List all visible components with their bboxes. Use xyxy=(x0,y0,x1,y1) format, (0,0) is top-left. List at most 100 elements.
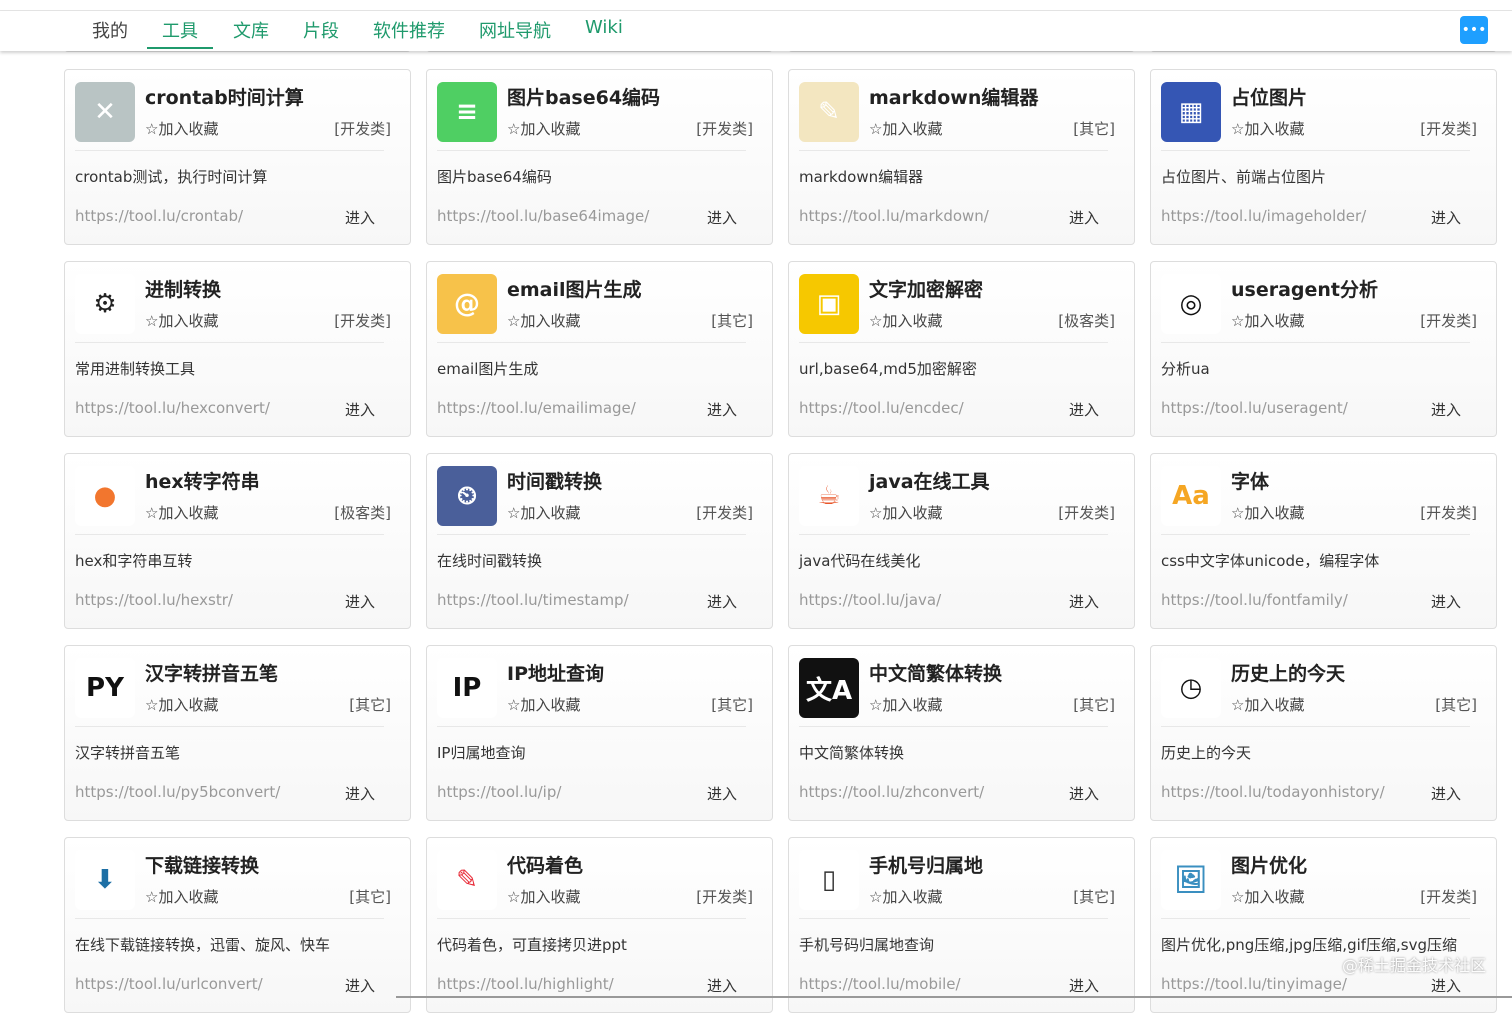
tool-card[interactable]: ✕ crontab时间计算 ☆加入收藏 [开发类] crontab测试，执行时间… xyxy=(64,69,411,245)
tool-url[interactable]: https://tool.lu/useragent/ xyxy=(1161,399,1348,417)
enter-link[interactable]: 进入 xyxy=(345,207,375,228)
tool-title[interactable]: 中文简繁体转换 xyxy=(869,659,1002,686)
tool-card[interactable]: ☕ java在线工具 ☆加入收藏 [开发类] java代码在线美化 https:… xyxy=(788,453,1135,629)
tool-url[interactable]: https://tool.lu/highlight/ xyxy=(437,975,614,993)
add-favorite-button[interactable]: ☆加入收藏 xyxy=(507,886,580,907)
notepad-icon[interactable]: ✎ xyxy=(799,82,859,142)
add-favorite-button[interactable]: ☆加入收藏 xyxy=(869,502,942,523)
tool-card[interactable]: ▯ 手机号归属地 ☆加入收藏 [其它] 手机号码归属地查询 https://to… xyxy=(788,837,1135,1013)
browser-icon[interactable]: ◎ xyxy=(1161,274,1221,334)
add-favorite-button[interactable]: ☆加入收藏 xyxy=(1231,310,1304,331)
add-favorite-button[interactable]: ☆加入收藏 xyxy=(145,694,218,715)
add-favorite-button[interactable]: ☆加入收藏 xyxy=(1231,502,1304,523)
tool-title[interactable]: 文字加密解密 xyxy=(869,275,983,302)
enter-link[interactable]: 进入 xyxy=(707,591,737,612)
enter-link[interactable]: 进入 xyxy=(707,207,737,228)
tool-url[interactable]: https://tool.lu/markdown/ xyxy=(799,207,989,225)
calendar-icon[interactable]: ◷ xyxy=(1161,658,1221,718)
enter-link[interactable]: 进入 xyxy=(1431,591,1461,612)
tool-card[interactable]: Aa 字体 ☆加入收藏 [开发类] css中文字体unicode，编程字体 ht… xyxy=(1150,453,1497,629)
highlighter-icon[interactable]: ✎ xyxy=(437,850,497,910)
server-icon[interactable]: ≡ xyxy=(437,82,497,142)
enter-link[interactable]: 进入 xyxy=(1431,207,1461,228)
enter-link[interactable]: 进入 xyxy=(1431,399,1461,420)
tool-title[interactable]: 占位图片 xyxy=(1231,83,1307,110)
add-favorite-button[interactable]: ☆加入收藏 xyxy=(145,886,218,907)
crontab-icon[interactable]: ✕ xyxy=(75,82,135,142)
tool-card[interactable]: ✎ 代码着色 ☆加入收藏 [开发类] 代码着色，可直接拷贝进ppt https:… xyxy=(426,837,773,1013)
tool-card[interactable]: ▦ 占位图片 ☆加入收藏 [开发类] 占位图片、前端占位图片 https://t… xyxy=(1150,69,1497,245)
enter-link[interactable]: 进入 xyxy=(1069,975,1099,996)
tool-url[interactable]: https://tool.lu/todayonhistory/ xyxy=(1161,783,1385,801)
pinyin-icon[interactable]: PY xyxy=(75,658,135,718)
tool-title[interactable]: 时间戳转换 xyxy=(507,467,602,494)
enter-link[interactable]: 进入 xyxy=(345,783,375,804)
tool-url[interactable]: https://tool.lu/java/ xyxy=(799,591,941,609)
tool-title[interactable]: 代码着色 xyxy=(507,851,583,878)
dots-icon[interactable]: ● xyxy=(75,466,135,526)
tool-card[interactable]: IP IP地址查询 ☆加入收藏 [其它] IP归属地查询 https://too… xyxy=(426,645,773,821)
tool-card[interactable]: PY 汉字转拼音五笔 ☆加入收藏 [其它] 汉字转拼音五笔 https://to… xyxy=(64,645,411,821)
add-favorite-button[interactable]: ☆加入收藏 xyxy=(145,502,218,523)
add-favorite-button[interactable]: ☆加入收藏 xyxy=(507,310,580,331)
add-favorite-button[interactable]: ☆加入收藏 xyxy=(869,310,942,331)
add-favorite-button[interactable]: ☆加入收藏 xyxy=(507,694,580,715)
tool-url[interactable]: https://tool.lu/tinyimage/ xyxy=(1161,975,1347,993)
binary-gear-icon[interactable]: ⚙ xyxy=(75,274,135,334)
tool-card[interactable]: ≡ 图片base64编码 ☆加入收藏 [开发类] 图片base64编码 http… xyxy=(426,69,773,245)
download-icon[interactable]: ⬇ xyxy=(75,850,135,910)
tool-card[interactable]: ● hex转字符串 ☆加入收藏 [极客类] hex和字符串互转 https://… xyxy=(64,453,411,629)
add-favorite-button[interactable]: ☆加入收藏 xyxy=(1231,886,1304,907)
tool-url[interactable]: https://tool.lu/encdec/ xyxy=(799,399,964,417)
enter-link[interactable]: 进入 xyxy=(1431,783,1461,804)
tool-title[interactable]: 图片base64编码 xyxy=(507,83,660,110)
tool-url[interactable]: https://tool.lu/imageholder/ xyxy=(1161,207,1366,225)
phone-icon[interactable]: ▯ xyxy=(799,850,859,910)
enter-link[interactable]: 进入 xyxy=(345,591,375,612)
tool-card[interactable]: 文A 中文简繁体转换 ☆加入收藏 [其它] 中文简繁体转换 https://to… xyxy=(788,645,1135,821)
tool-card[interactable]: ⬇ 下载链接转换 ☆加入收藏 [其它] 在线下载链接转换，迅雷、旋风、快车 ht… xyxy=(64,837,411,1013)
enter-link[interactable]: 进入 xyxy=(1069,207,1099,228)
tool-url[interactable]: https://tool.lu/py5bconvert/ xyxy=(75,783,280,801)
tool-title[interactable]: IP地址查询 xyxy=(507,659,604,686)
nav-library[interactable]: 文库 xyxy=(233,17,269,49)
tool-title[interactable]: useragent分析 xyxy=(1231,275,1378,302)
tool-card[interactable]: ◎ useragent分析 ☆加入收藏 [开发类] 分析ua https://t… xyxy=(1150,261,1497,437)
tool-card[interactable]: 🖼 图片优化 ☆加入收藏 [开发类] 图片优化,png压缩,jpg压缩,gif压… xyxy=(1150,837,1497,1013)
email-icon[interactable]: @ xyxy=(437,274,497,334)
enter-link[interactable]: 进入 xyxy=(1069,399,1099,420)
tool-url[interactable]: https://tool.lu/hexstr/ xyxy=(75,591,233,609)
tool-title[interactable]: markdown编辑器 xyxy=(869,83,1038,110)
nav-tools[interactable]: 工具 xyxy=(147,17,213,49)
tool-url[interactable]: https://tool.lu/hexconvert/ xyxy=(75,399,270,417)
enter-link[interactable]: 进入 xyxy=(1069,783,1099,804)
nav-sites[interactable]: 网址导航 xyxy=(479,17,551,49)
translate-icon[interactable]: 文A xyxy=(799,658,859,718)
tool-url[interactable]: https://tool.lu/mobile/ xyxy=(799,975,961,993)
enter-link[interactable]: 进入 xyxy=(1431,975,1461,996)
image-icon[interactable]: 🖼 xyxy=(1161,850,1221,910)
add-favorite-button[interactable]: ☆加入收藏 xyxy=(1231,694,1304,715)
tool-card[interactable]: @ email图片生成 ☆加入收藏 [其它] email图片生成 https:/… xyxy=(426,261,773,437)
tool-url[interactable]: https://tool.lu/base64image/ xyxy=(437,207,649,225)
tool-title[interactable]: 手机号归属地 xyxy=(869,851,983,878)
tool-title[interactable]: 字体 xyxy=(1231,467,1269,494)
tool-url[interactable]: https://tool.lu/fontfamily/ xyxy=(1161,591,1348,609)
enter-link[interactable]: 进入 xyxy=(707,783,737,804)
nav-mine[interactable]: 我的 xyxy=(92,17,128,49)
enter-link[interactable]: 进入 xyxy=(1069,591,1099,612)
add-favorite-button[interactable]: ☆加入收藏 xyxy=(507,502,580,523)
tool-title[interactable]: 历史上的今天 xyxy=(1231,659,1345,686)
add-favorite-button[interactable]: ☆加入收藏 xyxy=(507,118,580,139)
tool-title[interactable]: java在线工具 xyxy=(869,467,990,494)
enter-link[interactable]: 进入 xyxy=(707,399,737,420)
tool-card[interactable]: ✎ markdown编辑器 ☆加入收藏 [其它] markdown编辑器 htt… xyxy=(788,69,1135,245)
add-favorite-button[interactable]: ☆加入收藏 xyxy=(869,694,942,715)
enter-link[interactable]: 进入 xyxy=(345,975,375,996)
enter-link[interactable]: 进入 xyxy=(707,975,737,996)
tool-title[interactable]: 下载链接转换 xyxy=(145,851,259,878)
tool-title[interactable]: email图片生成 xyxy=(507,275,642,302)
chat-icon[interactable]: ••• xyxy=(1460,16,1488,44)
tool-title[interactable]: 图片优化 xyxy=(1231,851,1307,878)
font-icon[interactable]: Aa xyxy=(1161,466,1221,526)
